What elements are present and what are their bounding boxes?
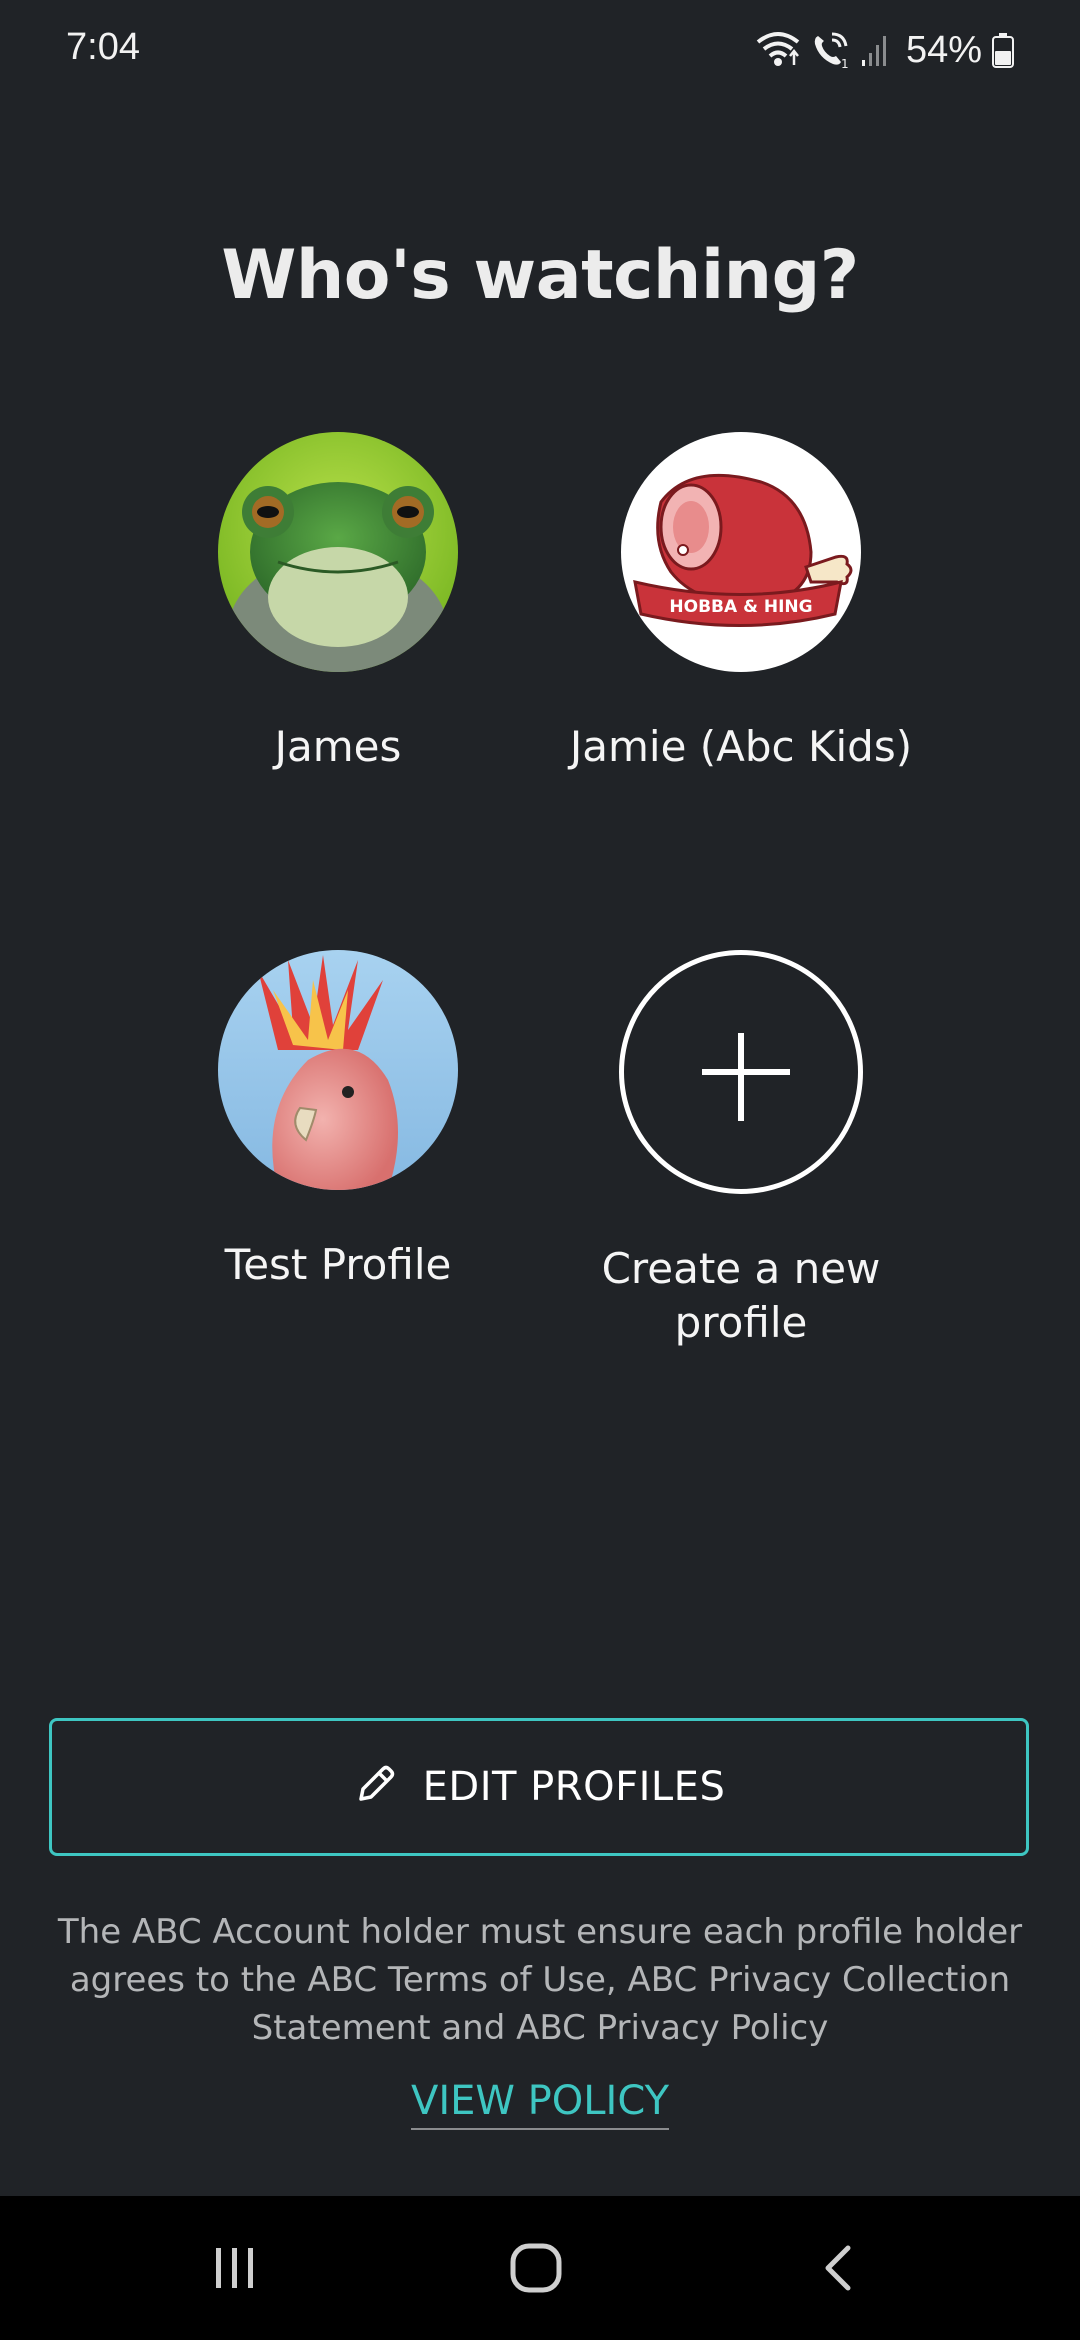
profile-name: James xyxy=(274,722,402,771)
profile-jamie[interactable]: HOBBA & HING Jamie (Abc Kids) xyxy=(531,432,951,774)
status-icons: 1 54% xyxy=(756,26,1014,74)
page-title: Who's watching? xyxy=(221,236,859,315)
create-profile[interactable]: Create a new profile xyxy=(531,950,951,1350)
ham-avatar-text: HOBBA & HING xyxy=(669,597,812,617)
battery-icon xyxy=(992,32,1014,68)
create-profile-label: Create a new profile xyxy=(601,1244,881,1347)
view-policy: VIEW POLICY xyxy=(0,2078,1080,2130)
frog-avatar[interactable] xyxy=(218,432,458,672)
cockatoo-avatar[interactable] xyxy=(218,950,458,1190)
wifi-calling-icon: 1 xyxy=(810,30,850,70)
battery-percent: 54% xyxy=(905,28,982,71)
status-time: 7:04 xyxy=(66,26,140,68)
back-icon[interactable] xyxy=(818,2240,858,2300)
profile-name: Jamie (Abc Kids) xyxy=(569,722,913,771)
home-icon[interactable] xyxy=(508,2240,564,2300)
recent-apps-icon[interactable] xyxy=(210,2240,260,2300)
profile-james[interactable]: James xyxy=(128,432,548,774)
edit-profiles-label: EDIT PROFILES xyxy=(422,1764,726,1810)
status-bar: 7:04 1 54% xyxy=(0,0,1080,100)
profile-name: Test Profile xyxy=(224,1240,452,1289)
view-policy-link[interactable]: VIEW POLICY xyxy=(410,2078,670,2130)
profile-test[interactable]: Test Profile xyxy=(128,950,548,1292)
disclaimer-text: The ABC Account holder must ensure each … xyxy=(57,1912,1023,2048)
navigation-bar xyxy=(0,2196,1080,2340)
pencil-icon xyxy=(353,1763,397,1811)
svg-text:1: 1 xyxy=(841,57,849,70)
ham-avatar[interactable]: HOBBA & HING xyxy=(621,432,861,672)
signal-icon xyxy=(860,32,890,68)
plus-icon[interactable] xyxy=(619,950,863,1194)
wifi-icon xyxy=(756,30,800,70)
edit-profiles-button[interactable]: EDIT PROFILES xyxy=(49,1718,1029,1856)
